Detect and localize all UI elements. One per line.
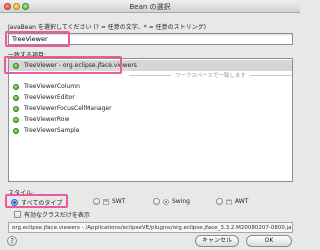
radio-selected-icon[interactable] bbox=[11, 199, 18, 206]
valid-classes-checkbox[interactable]: 有効なクラスだけを表示 bbox=[14, 210, 90, 219]
match-list[interactable]: TreeViewer - org.eclipse.jface.viewers ワ… bbox=[8, 58, 293, 182]
style-option-swt[interactable]: SWT bbox=[93, 198, 125, 205]
filter-input[interactable]: TreeViewer bbox=[8, 33, 293, 45]
ok-button[interactable]: OK bbox=[246, 235, 292, 247]
radio-icon[interactable] bbox=[93, 198, 100, 205]
prompt-text: JavaBean を選択してください (? = 任意の文字、* = 任意のストリ… bbox=[8, 24, 206, 31]
list-item-label: TreeViewerEditor bbox=[24, 94, 75, 101]
radio-icon[interactable] bbox=[216, 198, 223, 205]
list-item[interactable]: TreeViewerSample bbox=[9, 125, 292, 136]
title-bar: Bean の選択 bbox=[0, 0, 300, 13]
radio-label: SWT bbox=[112, 198, 126, 205]
class-icon bbox=[13, 127, 19, 134]
style-option-awt[interactable]: AWT bbox=[216, 198, 248, 205]
list-item[interactable]: TreeViewerEditor bbox=[9, 92, 292, 103]
cancel-button[interactable]: キャンセル bbox=[195, 235, 239, 247]
list-item[interactable]: TreeViewerFocusCellManager bbox=[9, 103, 292, 114]
list-item-selected[interactable]: TreeViewer - org.eclipse.jface.viewers bbox=[9, 60, 292, 71]
class-icon bbox=[13, 116, 19, 123]
list-item-label: TreeViewerColumn bbox=[24, 83, 80, 90]
class-icon bbox=[13, 83, 19, 90]
class-icon bbox=[13, 62, 19, 69]
checkbox-label: 有効なクラスだけを表示 bbox=[24, 212, 90, 219]
style-label: スタイル: bbox=[8, 190, 35, 197]
workspace-matches-separator: ワークスペースで一致します bbox=[9, 71, 292, 79]
radio-label: AWT bbox=[235, 198, 249, 205]
window-title: Bean の選択 bbox=[129, 3, 171, 11]
radio-label: すべてのタイプ bbox=[21, 200, 63, 207]
class-icon bbox=[13, 105, 19, 112]
radio-label: Swing bbox=[172, 198, 190, 205]
separator-label: ワークスペースで一致します bbox=[175, 73, 246, 79]
class-icon bbox=[13, 94, 19, 101]
swt-icon bbox=[103, 198, 109, 205]
radio-icon[interactable] bbox=[153, 198, 160, 205]
list-item-label: TreeViewerSample bbox=[24, 127, 80, 134]
separator-line bbox=[249, 74, 292, 76]
list-item[interactable]: TreeViewerColumn bbox=[9, 81, 292, 92]
list-item-label: TreeViewer - org.eclipse.jface.viewers bbox=[24, 62, 137, 69]
checkbox-icon[interactable] bbox=[14, 211, 21, 218]
list-item-label: TreeViewerFocusCellManager bbox=[24, 105, 112, 112]
help-button[interactable]: ? bbox=[7, 236, 17, 246]
awt-icon bbox=[226, 199, 232, 204]
style-option-all-types[interactable]: すべてのタイプ bbox=[11, 198, 62, 207]
qualifier-path: org.eclipse.jface.viewers - /Application… bbox=[8, 222, 293, 233]
list-item-label: TreeViewerRow bbox=[24, 116, 70, 123]
separator-line bbox=[129, 74, 172, 76]
style-option-swing[interactable]: Swing bbox=[153, 198, 190, 205]
list-item[interactable]: TreeViewerRow bbox=[9, 114, 292, 125]
swing-icon bbox=[163, 198, 169, 205]
